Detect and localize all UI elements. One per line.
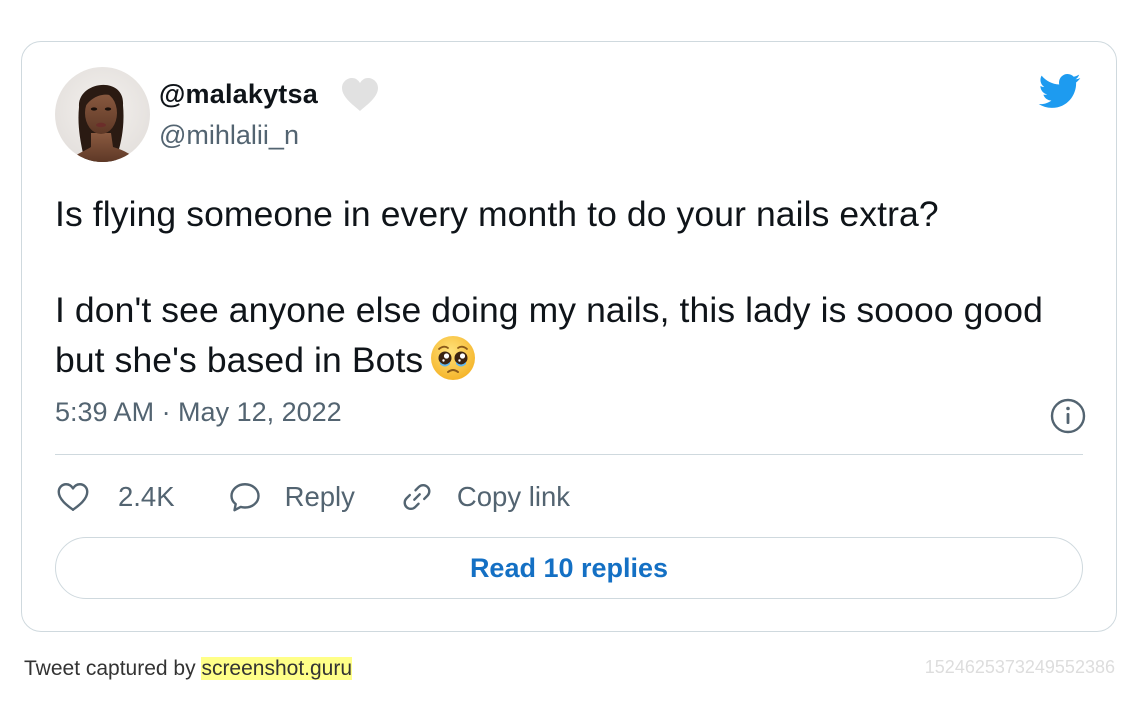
tweet-timestamp[interactable]: 5:39 AM · May 12, 2022 xyxy=(55,397,342,428)
reply-bubble-icon xyxy=(229,483,260,512)
info-icon[interactable] xyxy=(1050,398,1086,434)
heart-icon xyxy=(57,483,89,511)
twitter-bird-icon[interactable] xyxy=(1034,69,1084,113)
tweet-id: 1524625373249552386 xyxy=(924,657,1115,677)
copy-link-button[interactable]: Copy link xyxy=(399,479,570,515)
heart-badge-icon xyxy=(342,78,378,111)
copy-link-label: Copy link xyxy=(456,481,570,512)
tweet-text: Is flying someone in every month to do y… xyxy=(55,190,1085,384)
like-count: 2.4K xyxy=(118,481,175,512)
pleading-face-emoji xyxy=(431,336,476,380)
action-bar: 2.4K Reply Copy link xyxy=(55,472,570,522)
reply-button[interactable]: Reply xyxy=(227,479,355,515)
tweet-paragraph-1: Is flying someone in every month to do y… xyxy=(55,194,939,234)
link-icon xyxy=(403,483,431,511)
tweet-paragraph-2: I don't see anyone else doing my nails, … xyxy=(55,286,1085,384)
tweet-paragraph-2-text: I don't see anyone else doing my nails, … xyxy=(55,290,1043,380)
capture-credit-text: Tweet captured by xyxy=(24,657,202,680)
reply-label: Reply xyxy=(284,481,355,512)
like-button[interactable]: 2.4K xyxy=(55,479,175,515)
tweet-card: @malakytsa @mihlalii_n Is flying someone… xyxy=(21,41,1117,632)
avatar[interactable] xyxy=(55,67,150,162)
display-name[interactable]: @malakytsa xyxy=(159,79,318,110)
brand-link[interactable]: screenshot.guru xyxy=(201,657,353,680)
capture-credit: Tweet captured by screenshot.guru xyxy=(24,657,353,681)
read-replies-button[interactable]: Read 10 replies xyxy=(55,537,1083,599)
divider xyxy=(55,454,1083,455)
user-handle[interactable]: @mihlalii_n xyxy=(159,120,299,151)
